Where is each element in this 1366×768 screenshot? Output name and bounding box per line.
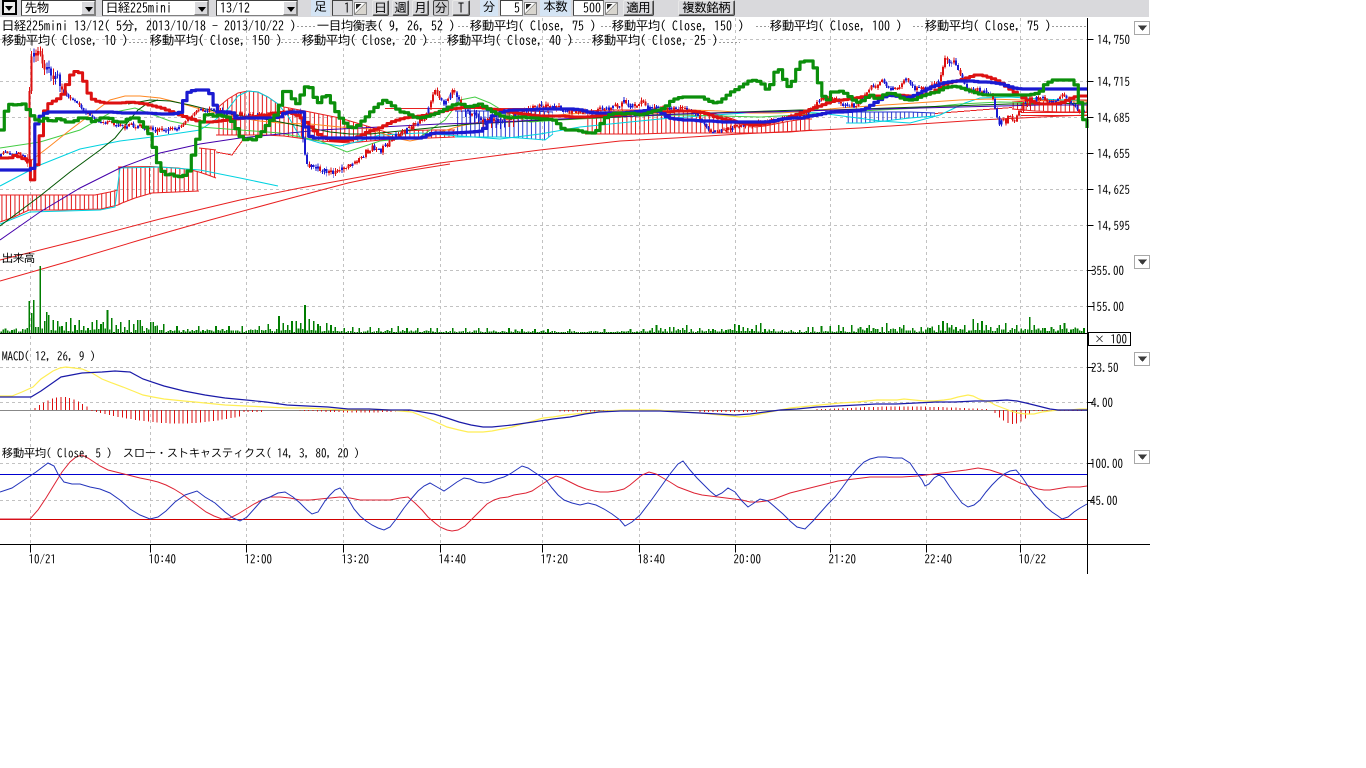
svg-text:14,750: 14,750 [1097, 35, 1130, 46]
svg-text:10/22: 10/22 [1019, 553, 1047, 565]
svg-text:22:40: 22:40 [925, 554, 953, 565]
svg-text:10/21: 10/21 [29, 553, 57, 565]
svg-text:移動平均( Close, 150 ): 移動平均( Close, 150 ) [612, 19, 744, 32]
svg-text:14,715: 14,715 [1097, 77, 1130, 88]
svg-text:12:00: 12:00 [245, 554, 273, 565]
svg-text:出来高: 出来高 [2, 252, 35, 264]
svg-text:移動平均( Close, 20 ): 移動平均( Close, 20 ) [302, 34, 428, 47]
svg-text:18:40: 18:40 [638, 554, 666, 565]
svg-text:14,625: 14,625 [1097, 185, 1130, 196]
svg-text:移動平均( Close, 75 ): 移動平均( Close, 75 ) [470, 19, 596, 32]
svg-text:14,655: 14,655 [1097, 149, 1130, 160]
svg-text:17:20: 17:20 [541, 554, 569, 565]
svg-text:155.00: 155.00 [1091, 302, 1124, 313]
svg-text:23.50: 23.50 [1091, 363, 1119, 374]
svg-text:移動平均( Close, 75 ): 移動平均( Close, 75 ) [925, 19, 1051, 32]
svg-text:日経225mini 13/12( 5分, 2013/10/1: 日経225mini 13/12( 5分, 2013/10/18 - 2013/1… [2, 19, 296, 32]
svg-text:MACD( 12, 26, 9 ): MACD( 12, 26, 9 ) [2, 350, 96, 362]
svg-text:移動平均( Close, 10 ): 移動平均( Close, 10 ) [2, 34, 128, 47]
svg-text:移動平均( Close, 5 ) スロー・ストキャスティクス: 移動平均( Close, 5 ) スロー・ストキャスティクス( 14, 3, 8… [2, 447, 360, 459]
svg-text:21:20: 21:20 [829, 554, 857, 565]
svg-text:移動平均( Close, 25 ): 移動平均( Close, 25 ) [592, 34, 718, 47]
svg-text:355.00: 355.00 [1091, 266, 1124, 277]
svg-text:13:20: 13:20 [342, 554, 370, 565]
svg-text:移動平均( Close, 150 ): 移動平均( Close, 150 ) [150, 34, 282, 47]
svg-text:× 100: × 100 [1094, 334, 1127, 345]
svg-text:一目均衡表( 9, 26, 52 ): 一目均衡表( 9, 26, 52 ) [317, 19, 455, 32]
svg-text:20:00: 20:00 [734, 554, 762, 565]
svg-text:10:40: 10:40 [149, 554, 177, 565]
svg-text:移動平均( Close, 100 ): 移動平均( Close, 100 ) [770, 19, 902, 32]
svg-text:100.00: 100.00 [1090, 459, 1123, 470]
svg-text:4.00: 4.00 [1091, 398, 1113, 409]
svg-text:14:40: 14:40 [439, 554, 467, 565]
svg-text:14,595: 14,595 [1097, 221, 1130, 232]
svg-text:移動平均( Close, 40 ): 移動平均( Close, 40 ) [447, 34, 573, 47]
svg-text:14,685: 14,685 [1097, 113, 1130, 124]
svg-text:45.00: 45.00 [1090, 496, 1118, 507]
